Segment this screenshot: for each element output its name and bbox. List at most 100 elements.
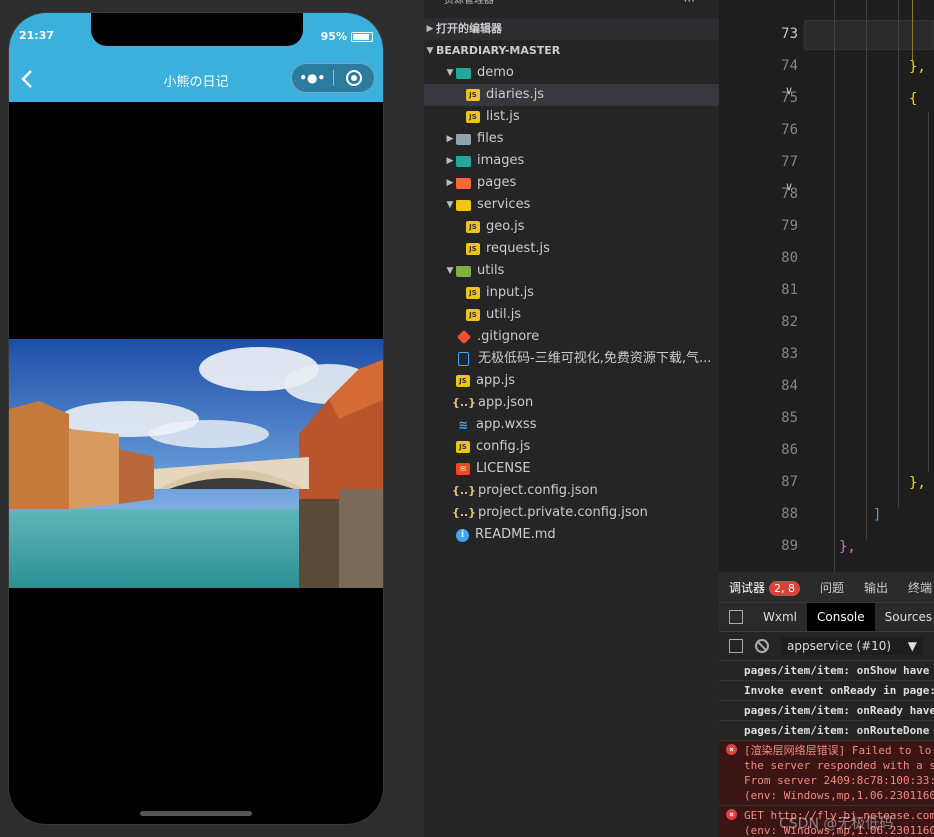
folder-icon bbox=[456, 177, 471, 189]
line-number: 83 bbox=[781, 346, 798, 362]
line-number: 77 bbox=[781, 154, 798, 170]
open-editors-label: 打开的编辑器 bbox=[436, 22, 502, 35]
console-log-entry[interactable]: pages/item/item: onRouteDone bbox=[719, 721, 934, 741]
code-token: }, bbox=[909, 59, 926, 75]
tree-item-label: project.private.config.json bbox=[478, 505, 648, 520]
indent-guide-active bbox=[912, 0, 913, 60]
fold-chevron-icon[interactable]: ∨ bbox=[785, 84, 793, 97]
chevron-down-icon: ▼ bbox=[446, 266, 454, 276]
fold-chevron-icon[interactable]: ∨ bbox=[785, 180, 793, 193]
close-button[interactable] bbox=[334, 70, 375, 86]
tab-terminal[interactable]: 终端 bbox=[898, 579, 934, 596]
dropdown-arrow-icon: ▼ bbox=[907, 639, 917, 653]
tree-item-label: LICENSE bbox=[476, 461, 531, 476]
tree-item[interactable]: JS request.js bbox=[424, 238, 719, 260]
log-text: pages/item/item: onShow have bbox=[744, 664, 930, 677]
devtools-tabbar: 调试器 2, 8 问题 输出 终端 bbox=[719, 572, 934, 602]
line-number: 80 bbox=[781, 250, 798, 266]
tree-item[interactable]: JS util.js bbox=[424, 304, 719, 326]
log-text: pages/item/item: onRouteDone bbox=[744, 724, 930, 737]
project-label: BEARDIARY-MASTER bbox=[436, 44, 561, 57]
code-token: }, bbox=[839, 539, 856, 555]
diary-photo[interactable] bbox=[9, 339, 383, 588]
tree-item-label: README.md bbox=[475, 527, 556, 542]
tree-item[interactable]: {..} project.private.config.json bbox=[424, 502, 719, 524]
devtools-panel: 调试器 2, 8 问题 输出 终端 Wxml Console Sources ap… bbox=[719, 572, 934, 837]
tab-wxml[interactable]: Wxml bbox=[753, 603, 807, 631]
code-editor[interactable]: 73 74 75 76 77 78 79 80 81 82 83 84 85 86 87 88 89 ∨ ∨ }… bbox=[719, 0, 934, 572]
tab-problems[interactable]: 问题 bbox=[810, 579, 854, 596]
tree-item-label: input.js bbox=[486, 285, 534, 300]
tree-item[interactable]: ▼ demo bbox=[424, 62, 719, 84]
json-file-icon: {..} bbox=[451, 484, 477, 497]
tree-item[interactable]: JS geo.js bbox=[424, 216, 719, 238]
inspect-icon[interactable] bbox=[729, 610, 743, 624]
tree-item-label: app.js bbox=[476, 373, 515, 388]
simulator-panel: 21:37 95% 小熊の日记 •●• bbox=[0, 0, 424, 837]
tree-item[interactable]: JS app.js bbox=[424, 370, 719, 392]
tab-sources[interactable]: Sources bbox=[875, 603, 934, 631]
js-file-icon: JS bbox=[466, 287, 480, 299]
tree-item[interactable]: {..} app.json bbox=[424, 392, 719, 414]
console-log-entry[interactable]: pages/item/item: onReady have bbox=[719, 701, 934, 721]
tab-console[interactable]: Console bbox=[807, 603, 875, 631]
json-file-icon: {..} bbox=[451, 396, 477, 409]
sidebar-toggle-icon[interactable] bbox=[729, 639, 743, 653]
code-token: { bbox=[909, 91, 918, 107]
tree-item[interactable]: ▶ images bbox=[424, 150, 719, 172]
tree-item[interactable]: JS diaries.js bbox=[424, 84, 719, 106]
venice-photo bbox=[9, 339, 383, 588]
js-file-icon: JS bbox=[456, 375, 470, 387]
js-file-icon: JS bbox=[466, 221, 480, 233]
tree-item[interactable]: .gitignore bbox=[424, 326, 719, 348]
tree-item-label: list.js bbox=[486, 109, 520, 124]
line-number: 87 bbox=[781, 474, 798, 490]
status-battery: 95% bbox=[321, 30, 373, 43]
tree-item[interactable]: 无极低码-三维可视化,免费资源下载,气... bbox=[424, 348, 719, 370]
tab-output[interactable]: 输出 bbox=[854, 579, 898, 596]
error-icon: × bbox=[726, 809, 737, 820]
tree-item-label: config.js bbox=[476, 439, 531, 454]
tree-item[interactable]: ▼ services bbox=[424, 194, 719, 216]
tree-item[interactable]: ▶ pages bbox=[424, 172, 719, 194]
json-file-icon: {..} bbox=[451, 506, 477, 519]
line-number: 82 bbox=[781, 314, 798, 330]
folder-icon bbox=[456, 155, 471, 167]
document-icon bbox=[458, 352, 469, 366]
console-log-entry[interactable]: Invoke event onReady in page: bbox=[719, 681, 934, 701]
console-log-entry[interactable]: pages/item/item: onShow have bbox=[719, 661, 934, 681]
devtools-subtabs: Wxml Console Sources bbox=[719, 602, 934, 631]
more-button[interactable]: •●• bbox=[292, 71, 333, 85]
tree-item[interactable]: {..} project.config.json bbox=[424, 480, 719, 502]
indent-guide bbox=[866, 0, 867, 540]
chevron-down-icon: ▼ bbox=[426, 46, 434, 56]
tree-item[interactable]: JS config.js bbox=[424, 436, 719, 458]
tree-item-label: geo.js bbox=[486, 219, 525, 234]
tree-item[interactable]: i README.md bbox=[424, 524, 719, 546]
tree-item[interactable]: ▼ utils bbox=[424, 260, 719, 282]
project-section[interactable]: ▼ BEARDIARY-MASTER bbox=[424, 40, 719, 62]
tree-item[interactable]: JS input.js bbox=[424, 282, 719, 304]
code-token: ] bbox=[873, 507, 882, 523]
tree-item[interactable]: ▶ files bbox=[424, 128, 719, 150]
tree-item-label: request.js bbox=[486, 241, 550, 256]
status-time: 21:37 bbox=[19, 29, 55, 42]
open-editors-section[interactable]: ▶ 打开的编辑器 bbox=[424, 18, 719, 40]
line-number: 81 bbox=[781, 282, 798, 298]
more-actions-icon[interactable]: ··· bbox=[684, 0, 695, 8]
code-token: }, bbox=[909, 475, 926, 491]
tab-debugger[interactable]: 调试器 2, 8 bbox=[719, 579, 810, 596]
tree-item-label: pages bbox=[477, 175, 517, 190]
clear-console-icon[interactable] bbox=[755, 639, 769, 653]
tree-item-label: utils bbox=[477, 263, 505, 278]
console-error-entry[interactable]: × [渲染层网络层错误] Failed to lo the server resp… bbox=[719, 741, 934, 806]
capsule-menu: •●• bbox=[291, 63, 375, 93]
js-file-icon: JS bbox=[466, 111, 480, 123]
tree-item[interactable]: JS list.js bbox=[424, 106, 719, 128]
tree-item[interactable]: ✉ LICENSE bbox=[424, 458, 719, 480]
folder-icon bbox=[456, 67, 471, 79]
line-number: 74 bbox=[781, 58, 798, 74]
chevron-down-icon: ▼ bbox=[446, 200, 454, 210]
context-select[interactable]: appservice (#10) ▼ bbox=[781, 637, 923, 655]
tree-item[interactable]: ≋ app.wxss bbox=[424, 414, 719, 436]
